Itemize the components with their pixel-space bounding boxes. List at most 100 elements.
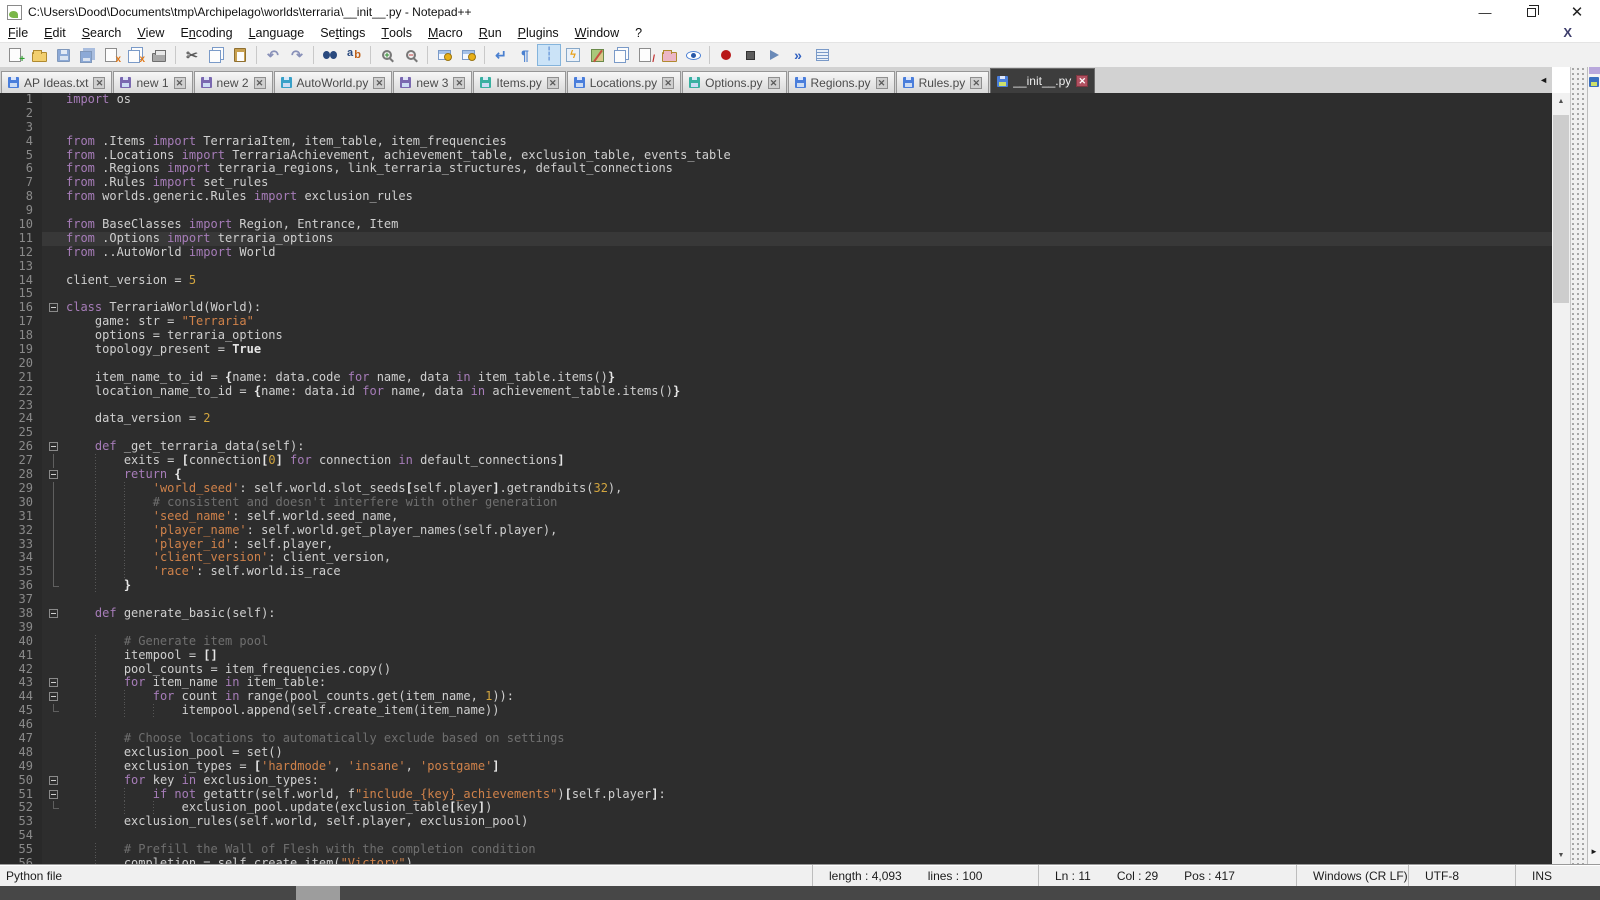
macro-run-multiple-icon[interactable]: »: [786, 44, 810, 66]
fold-collapse-icon[interactable]: [49, 470, 58, 479]
find-icon[interactable]: [318, 44, 342, 66]
zoom-out-icon[interactable]: −: [399, 44, 423, 66]
vertical-scrollbar[interactable]: ▲ ▼: [1552, 93, 1570, 864]
fold-collapse-icon[interactable]: [49, 790, 58, 799]
close-all-icon[interactable]: x: [123, 44, 147, 66]
code-text[interactable]: from .Items import TerrariaItem, item_ta…: [64, 135, 1552, 149]
code-text[interactable]: exclusion_pool = set(): [64, 746, 1552, 760]
tab-new-3[interactable]: new 3✕: [393, 71, 472, 93]
menu-item-window[interactable]: Window: [567, 24, 627, 43]
code-text[interactable]: [64, 621, 1552, 635]
code-text[interactable]: itempool = []: [64, 649, 1552, 663]
code-text[interactable]: [64, 426, 1552, 440]
show-indent-guide-icon[interactable]: ┆: [537, 44, 561, 66]
code-text[interactable]: location_name_to_id = {name: data.id for…: [64, 385, 1552, 399]
folder-as-workspace-icon[interactable]: [657, 44, 681, 66]
scrollbar-down-arrow[interactable]: ▼: [1552, 847, 1570, 864]
tab-new-2[interactable]: new 2✕: [194, 71, 273, 93]
fold-margin[interactable]: [42, 607, 64, 621]
menu-item-language[interactable]: Language: [241, 24, 313, 43]
paste-icon[interactable]: [228, 44, 252, 66]
fold-collapse-icon[interactable]: [49, 692, 58, 701]
fold-margin[interactable]: [42, 440, 64, 454]
macro-play-icon[interactable]: [762, 44, 786, 66]
menu-item-run[interactable]: Run: [471, 24, 510, 43]
tab-new-1[interactable]: new 1✕: [113, 71, 192, 93]
fold-collapse-icon[interactable]: [49, 303, 58, 312]
tab-ap-ideas-txt[interactable]: AP Ideas.txt✕: [1, 71, 112, 93]
fold-collapse-icon[interactable]: [49, 678, 58, 687]
status-encoding-panel[interactable]: UTF-8: [1408, 865, 1515, 887]
tab-close-icon[interactable]: ✕: [453, 77, 465, 89]
code-text[interactable]: 'client_version': client_version,: [64, 551, 1552, 565]
tab-close-icon[interactable]: ✕: [174, 77, 186, 89]
fold-collapse-icon[interactable]: [49, 776, 58, 785]
tab-locations-py[interactable]: Locations.py✕: [567, 71, 681, 93]
scrollbar-thumb[interactable]: [1553, 115, 1569, 303]
code-text[interactable]: [64, 357, 1552, 371]
fold-margin[interactable]: [42, 774, 64, 788]
redo-icon[interactable]: ↷: [285, 44, 309, 66]
code-text[interactable]: [64, 204, 1552, 218]
tab-close-icon[interactable]: ✕: [93, 77, 105, 89]
menu-item-settings[interactable]: Settings: [312, 24, 373, 43]
code-text[interactable]: exclusion_types = ['hardmode', 'insane',…: [64, 760, 1552, 774]
fold-collapse-icon[interactable]: [49, 609, 58, 618]
code-text[interactable]: for key in exclusion_types:: [64, 774, 1552, 788]
code-text[interactable]: def _get_terraria_data(self):: [64, 440, 1552, 454]
tab-close-icon[interactable]: ✕: [373, 77, 385, 89]
second-view-tab-fragment[interactable]: [1589, 67, 1600, 74]
zoom-in-icon[interactable]: +: [375, 44, 399, 66]
code-text[interactable]: options = terraria_options: [64, 329, 1552, 343]
minimize-button[interactable]: —: [1462, 0, 1508, 24]
code-text[interactable]: exits = [connection[0] for connection in…: [64, 454, 1552, 468]
word-wrap-icon[interactable]: ↵: [489, 44, 513, 66]
code-text[interactable]: 'seed_name': self.world.seed_name,: [64, 510, 1552, 524]
close-button[interactable]: ✕: [1554, 0, 1600, 24]
menu-item-edit[interactable]: Edit: [36, 24, 74, 43]
menu-item-macro[interactable]: Macro: [420, 24, 471, 43]
show-all-characters-icon[interactable]: ¶: [513, 44, 537, 66]
tab-scroll-left-arrow[interactable]: ◄: [1539, 75, 1548, 85]
code-text[interactable]: [64, 593, 1552, 607]
tab-regions-py[interactable]: Regions.py✕: [788, 71, 895, 93]
restore-button[interactable]: [1508, 0, 1554, 24]
code-text[interactable]: [64, 829, 1552, 843]
menu-close-document-button[interactable]: X: [1563, 25, 1572, 40]
menu-item-file[interactable]: File: [0, 24, 36, 43]
code-text[interactable]: from .Locations import TerrariaAchieveme…: [64, 149, 1552, 163]
fold-collapse-icon[interactable]: [49, 442, 58, 451]
fold-margin[interactable]: [42, 301, 64, 315]
code-text[interactable]: [64, 121, 1552, 135]
code-text[interactable]: # Prefill the Wall of Flesh with the com…: [64, 843, 1552, 857]
code-text[interactable]: # consistent and doesn't interfere with …: [64, 496, 1552, 510]
menu-item-tools[interactable]: Tools: [373, 24, 420, 43]
code-editor[interactable]: 1import os2 3 4from .Items import Terrar…: [0, 93, 1552, 864]
copy-icon[interactable]: [204, 44, 228, 66]
save-icon[interactable]: [51, 44, 75, 66]
code-text[interactable]: exclusion_pool.update(exclusion_table[ke…: [64, 801, 1552, 815]
code-text[interactable]: }: [64, 579, 1552, 593]
code-text[interactable]: 'race': self.world.is_race: [64, 565, 1552, 579]
code-text[interactable]: # Generate item pool: [64, 635, 1552, 649]
code-text[interactable]: from ..AutoWorld import World: [64, 246, 1552, 260]
fold-margin[interactable]: [42, 690, 64, 704]
document-list-icon[interactable]: [609, 44, 633, 66]
save-all-icon[interactable]: [75, 44, 99, 66]
code-text[interactable]: for count in range(pool_counts.get(item_…: [64, 690, 1552, 704]
sync-vertical-scroll-icon[interactable]: [432, 44, 456, 66]
tab-close-icon[interactable]: ✕: [1076, 75, 1088, 87]
cut-icon[interactable]: ✂: [180, 44, 204, 66]
undo-icon[interactable]: ↶: [261, 44, 285, 66]
tab-close-icon[interactable]: ✕: [547, 77, 559, 89]
view-splitter-handle[interactable]: [1570, 67, 1587, 864]
code-text[interactable]: client_version = 5: [64, 274, 1552, 288]
code-text[interactable]: [64, 260, 1552, 274]
code-text[interactable]: [64, 718, 1552, 732]
code-text[interactable]: topology_present = True: [64, 343, 1552, 357]
menu-item-plugins[interactable]: Plugins: [510, 24, 567, 43]
macro-save-icon[interactable]: [810, 44, 834, 66]
code-text[interactable]: 'player_name': self.world.get_player_nam…: [64, 524, 1552, 538]
code-text[interactable]: pool_counts = item_frequencies.copy(): [64, 663, 1552, 677]
code-text[interactable]: game: str = "Terraria": [64, 315, 1552, 329]
